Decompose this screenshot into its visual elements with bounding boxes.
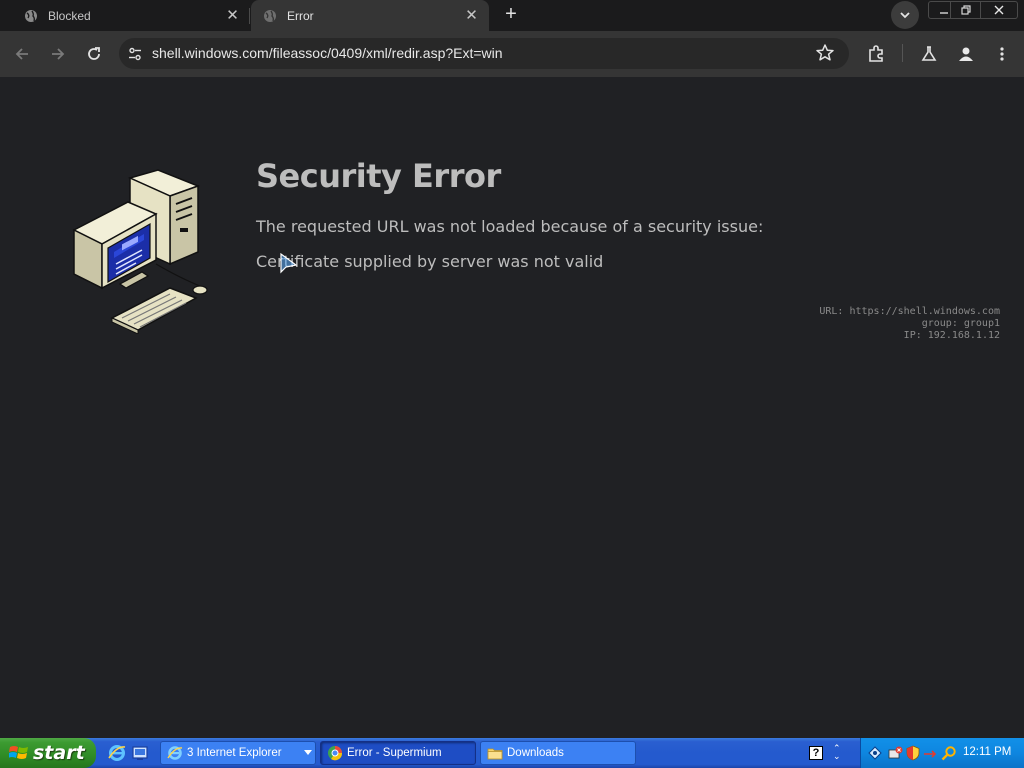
ie-quicklaunch-icon[interactable] (108, 744, 126, 762)
taskbar-button-label: Error - Supermium (347, 747, 442, 759)
profile-button[interactable] (956, 44, 976, 64)
computer-illustration (72, 169, 208, 334)
puzzle-icon (869, 45, 883, 62)
close-icon[interactable]: ✕ (464, 8, 479, 23)
restore-button[interactable] (950, 1, 982, 19)
reload-icon (88, 47, 100, 60)
show-desktop-icon[interactable] (131, 744, 149, 762)
labs-button[interactable] (919, 44, 939, 64)
folder-icon (487, 748, 503, 760)
system-clock: 12:11 PM (963, 746, 1012, 758)
error-detail: Certificate supplied by server was not v… (256, 252, 604, 271)
site-info-icon[interactable] (125, 44, 145, 64)
new-tab-button[interactable]: + (499, 4, 523, 26)
extensions-button[interactable] (866, 44, 886, 64)
mouse-cursor-icon (280, 252, 298, 274)
taskbar-button-label: Downloads (507, 747, 564, 759)
bookmark-star-icon[interactable] (815, 43, 835, 63)
tray-expand-icon[interactable]: ⌃ ⌄ (833, 744, 841, 761)
start-label: start (33, 742, 85, 764)
tab-divider (249, 8, 250, 24)
restore-icon (961, 5, 971, 15)
reload-button[interactable] (84, 44, 104, 64)
arrow-right-icon (52, 48, 65, 60)
tab-title: Error (287, 8, 314, 23)
arrow-left-icon (15, 48, 28, 60)
start-button[interactable]: start (0, 738, 96, 768)
tab-search-button[interactable] (891, 1, 919, 29)
diagnostics-block: URL: https://shell.windows.com group: gr… (819, 306, 1000, 342)
safely-remove-icon[interactable] (887, 745, 903, 761)
forward-button[interactable] (48, 44, 68, 64)
tab-strip: Blocked ✕ Error ✕ + (0, 0, 1024, 31)
arrow-icon[interactable] (923, 745, 939, 761)
tab-blocked[interactable]: Blocked ✕ (0, 0, 250, 31)
security-shield-icon[interactable] (905, 745, 921, 761)
close-icon[interactable]: ✕ (225, 8, 240, 23)
tab-title: Blocked (48, 8, 91, 23)
taskbar-button-label: 3 Internet Explorer (187, 747, 282, 759)
desktop-screen: Blocked ✕ Error ✕ + shell.windows.com/fi… (0, 0, 1024, 768)
taskbar-button-supermium[interactable]: Error - Supermium (320, 741, 476, 765)
diagnostic-group: group: group1 (921, 318, 1000, 329)
more-vert-icon (1000, 47, 1004, 61)
taskbar-button-internet-explorer[interactable]: 3 Internet Explorer (160, 741, 316, 765)
toolbar-divider (902, 44, 903, 62)
window-close-button[interactable] (980, 1, 1018, 19)
network-icon[interactable] (867, 745, 883, 761)
ie-icon (167, 746, 183, 760)
search-icon[interactable] (941, 745, 957, 761)
diagnostic-ip: IP: 192.168.1.12 (903, 330, 1000, 341)
url-text[interactable]: shell.windows.com/fileassoc/0409/xml/red… (152, 45, 503, 61)
minimize-icon (940, 12, 948, 14)
windows-flag-icon (9, 746, 28, 759)
close-icon (994, 5, 1004, 15)
page-title: Security Error (256, 157, 501, 195)
diagnostic-url: URL: https://shell.windows.com (819, 306, 1000, 317)
globe-icon (263, 9, 277, 23)
tab-error[interactable]: Error ✕ (251, 0, 489, 31)
person-icon (959, 47, 973, 61)
supermium-icon (328, 746, 343, 761)
globe-icon (24, 9, 38, 23)
taskbar-button-downloads[interactable]: Downloads (480, 741, 636, 765)
flask-icon (921, 46, 937, 61)
chevron-down-icon (900, 12, 910, 19)
error-message: The requested URL was not loaded because… (256, 217, 764, 236)
help-icon[interactable]: ? (809, 746, 823, 760)
menu-button[interactable] (992, 44, 1012, 64)
back-button[interactable] (12, 44, 32, 64)
group-arrow-icon (304, 750, 312, 755)
